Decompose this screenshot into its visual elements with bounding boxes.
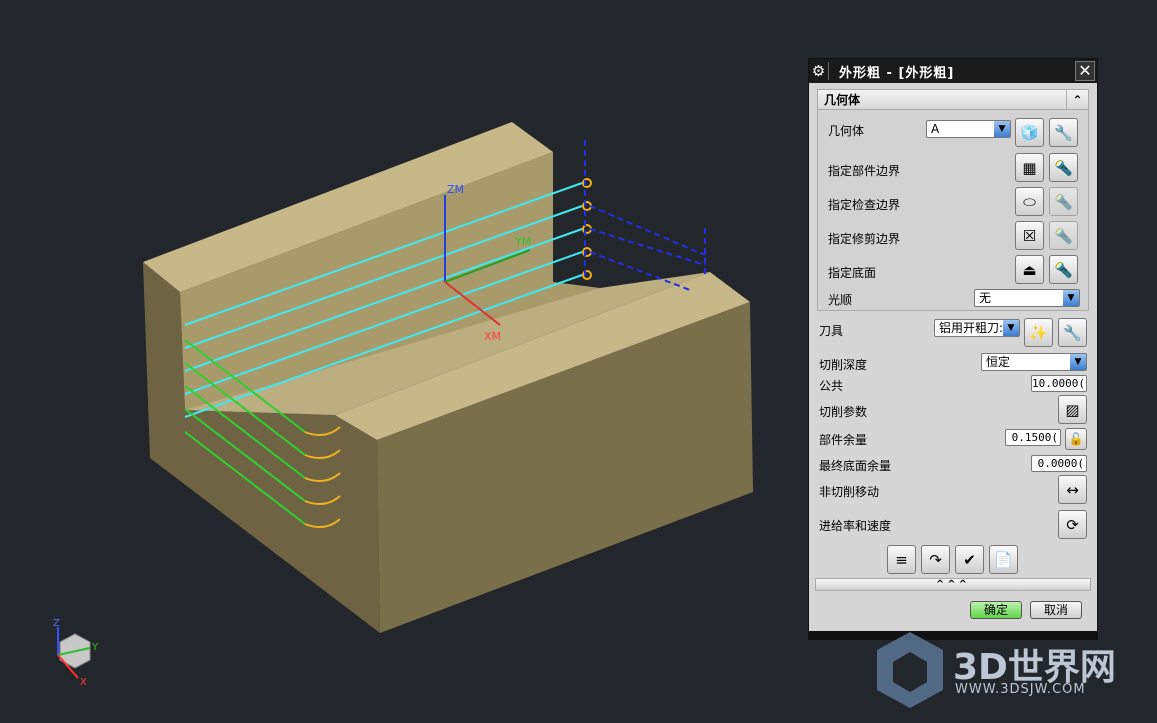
smooth-label: 光顺 [828, 293, 853, 307]
triad-x: X [80, 677, 87, 688]
tool-label: 刀具 [819, 324, 844, 338]
axis-label-ym: YM [514, 235, 531, 248]
expand-more-bar[interactable]: ^^^ [815, 578, 1091, 591]
final-floor-stock-label: 最终底面余量 [819, 459, 892, 473]
axis-label-xm: XM [484, 330, 501, 343]
new-tool-button[interactable]: ✨ [1024, 318, 1053, 347]
edit-tool-wrench-icon[interactable]: 🔧 [1058, 318, 1087, 347]
display-flashlight-icon: 🔦 [1049, 221, 1078, 250]
geometry-label: 几何体 [828, 124, 865, 138]
cut-params-label: 切削参数 [819, 405, 868, 419]
geometry-section: 几何体 ⌃ 几何体 A ▼ 🧊 🔧 指定部件边界 ▦ 🔦 指定检查边界 ⬭ 🔦 指定… [817, 89, 1089, 311]
tool-select[interactable]: 铝用开粗刀: ▼ [934, 319, 1020, 337]
common-label: 公共 [819, 379, 844, 393]
replay-toolpath-button[interactable]: ↷ [921, 545, 950, 574]
trim-boundary-label: 指定修剪边界 [828, 232, 901, 246]
verify-toolpath-button[interactable]: ✔ [955, 545, 984, 574]
display-flashlight-icon[interactable]: 🔦 [1049, 153, 1078, 182]
triad-z: Z [53, 618, 60, 629]
cut-params-button[interactable]: ▨ [1058, 395, 1087, 424]
triad-y: Y [91, 642, 99, 653]
select-part-boundary-button[interactable]: ▦ [1015, 153, 1044, 182]
dialog-title: 外形粗 - [外形粗] [839, 65, 955, 81]
list-toolpath-button[interactable]: 📄 [989, 545, 1018, 574]
feeds-speeds-button[interactable]: ⟳ [1058, 510, 1087, 539]
final-floor-stock-input[interactable]: 0.0000( [1031, 455, 1087, 472]
generate-toolpath-button[interactable]: ≡ [887, 545, 916, 574]
section-title: 几何体 [824, 93, 861, 107]
view-triad[interactable]: Z Y X [53, 618, 99, 688]
axis-label-zm: ZM [447, 183, 464, 196]
non-cutting-moves-button[interactable]: ↔ [1058, 475, 1087, 504]
close-icon[interactable]: ✕ [1075, 61, 1095, 81]
floor-label: 指定底面 [828, 266, 877, 280]
display-flashlight-icon[interactable]: 🔦 [1049, 255, 1078, 284]
non-cutting-label: 非切削移动 [819, 485, 880, 499]
dialog-titlebar[interactable]: ⚙ 外形粗 - [外形粗] ✕ [809, 59, 1097, 83]
common-input[interactable]: 10.0000( [1031, 375, 1087, 392]
ok-button[interactable]: 确定 [970, 601, 1022, 619]
part-stock-label: 部件余量 [819, 433, 868, 447]
cut-depth-label: 切削深度 [819, 358, 868, 372]
smooth-select[interactable]: 无 ▼ [974, 289, 1080, 307]
select-check-boundary-button[interactable]: ⬭ [1015, 187, 1044, 216]
check-boundary-label: 指定检查边界 [828, 198, 901, 212]
display-flashlight-icon: 🔦 [1049, 187, 1078, 216]
3d-viewport[interactable]: ZM YM XM Z Y X [0, 0, 800, 723]
watermark-url: WWW.3DSJW.COM [955, 682, 1086, 697]
select-floor-button[interactable]: ⏏ [1015, 255, 1044, 284]
watermark-cube-logo [877, 632, 943, 708]
edit-geometry-wrench-icon[interactable]: 🔧 [1049, 118, 1078, 147]
geometry-select[interactable]: A ▼ [926, 120, 1011, 138]
feeds-label: 进给率和速度 [819, 519, 892, 533]
cancel-button[interactable]: 取消 [1030, 601, 1082, 619]
select-trim-boundary-button[interactable]: ☒ [1015, 221, 1044, 250]
new-geometry-button[interactable]: 🧊 [1015, 118, 1044, 147]
geometry-section-header[interactable]: 几何体 ⌃ [818, 90, 1088, 110]
collapse-icon[interactable]: ⌃ [1066, 90, 1088, 110]
lock-icon[interactable]: 🔓 [1065, 428, 1087, 450]
cut-depth-select[interactable]: 恒定 ▼ [981, 353, 1087, 371]
gear-icon[interactable]: ⚙ [809, 62, 829, 80]
part-boundary-label: 指定部件边界 [828, 164, 901, 178]
part-stock-input[interactable]: 0.1500( [1005, 429, 1061, 446]
planar-milling-dialog: ⚙ 外形粗 - [外形粗] ✕ 几何体 ⌃ 几何体 A ▼ 🧊 🔧 指定部件边界 ▦… [808, 58, 1098, 640]
